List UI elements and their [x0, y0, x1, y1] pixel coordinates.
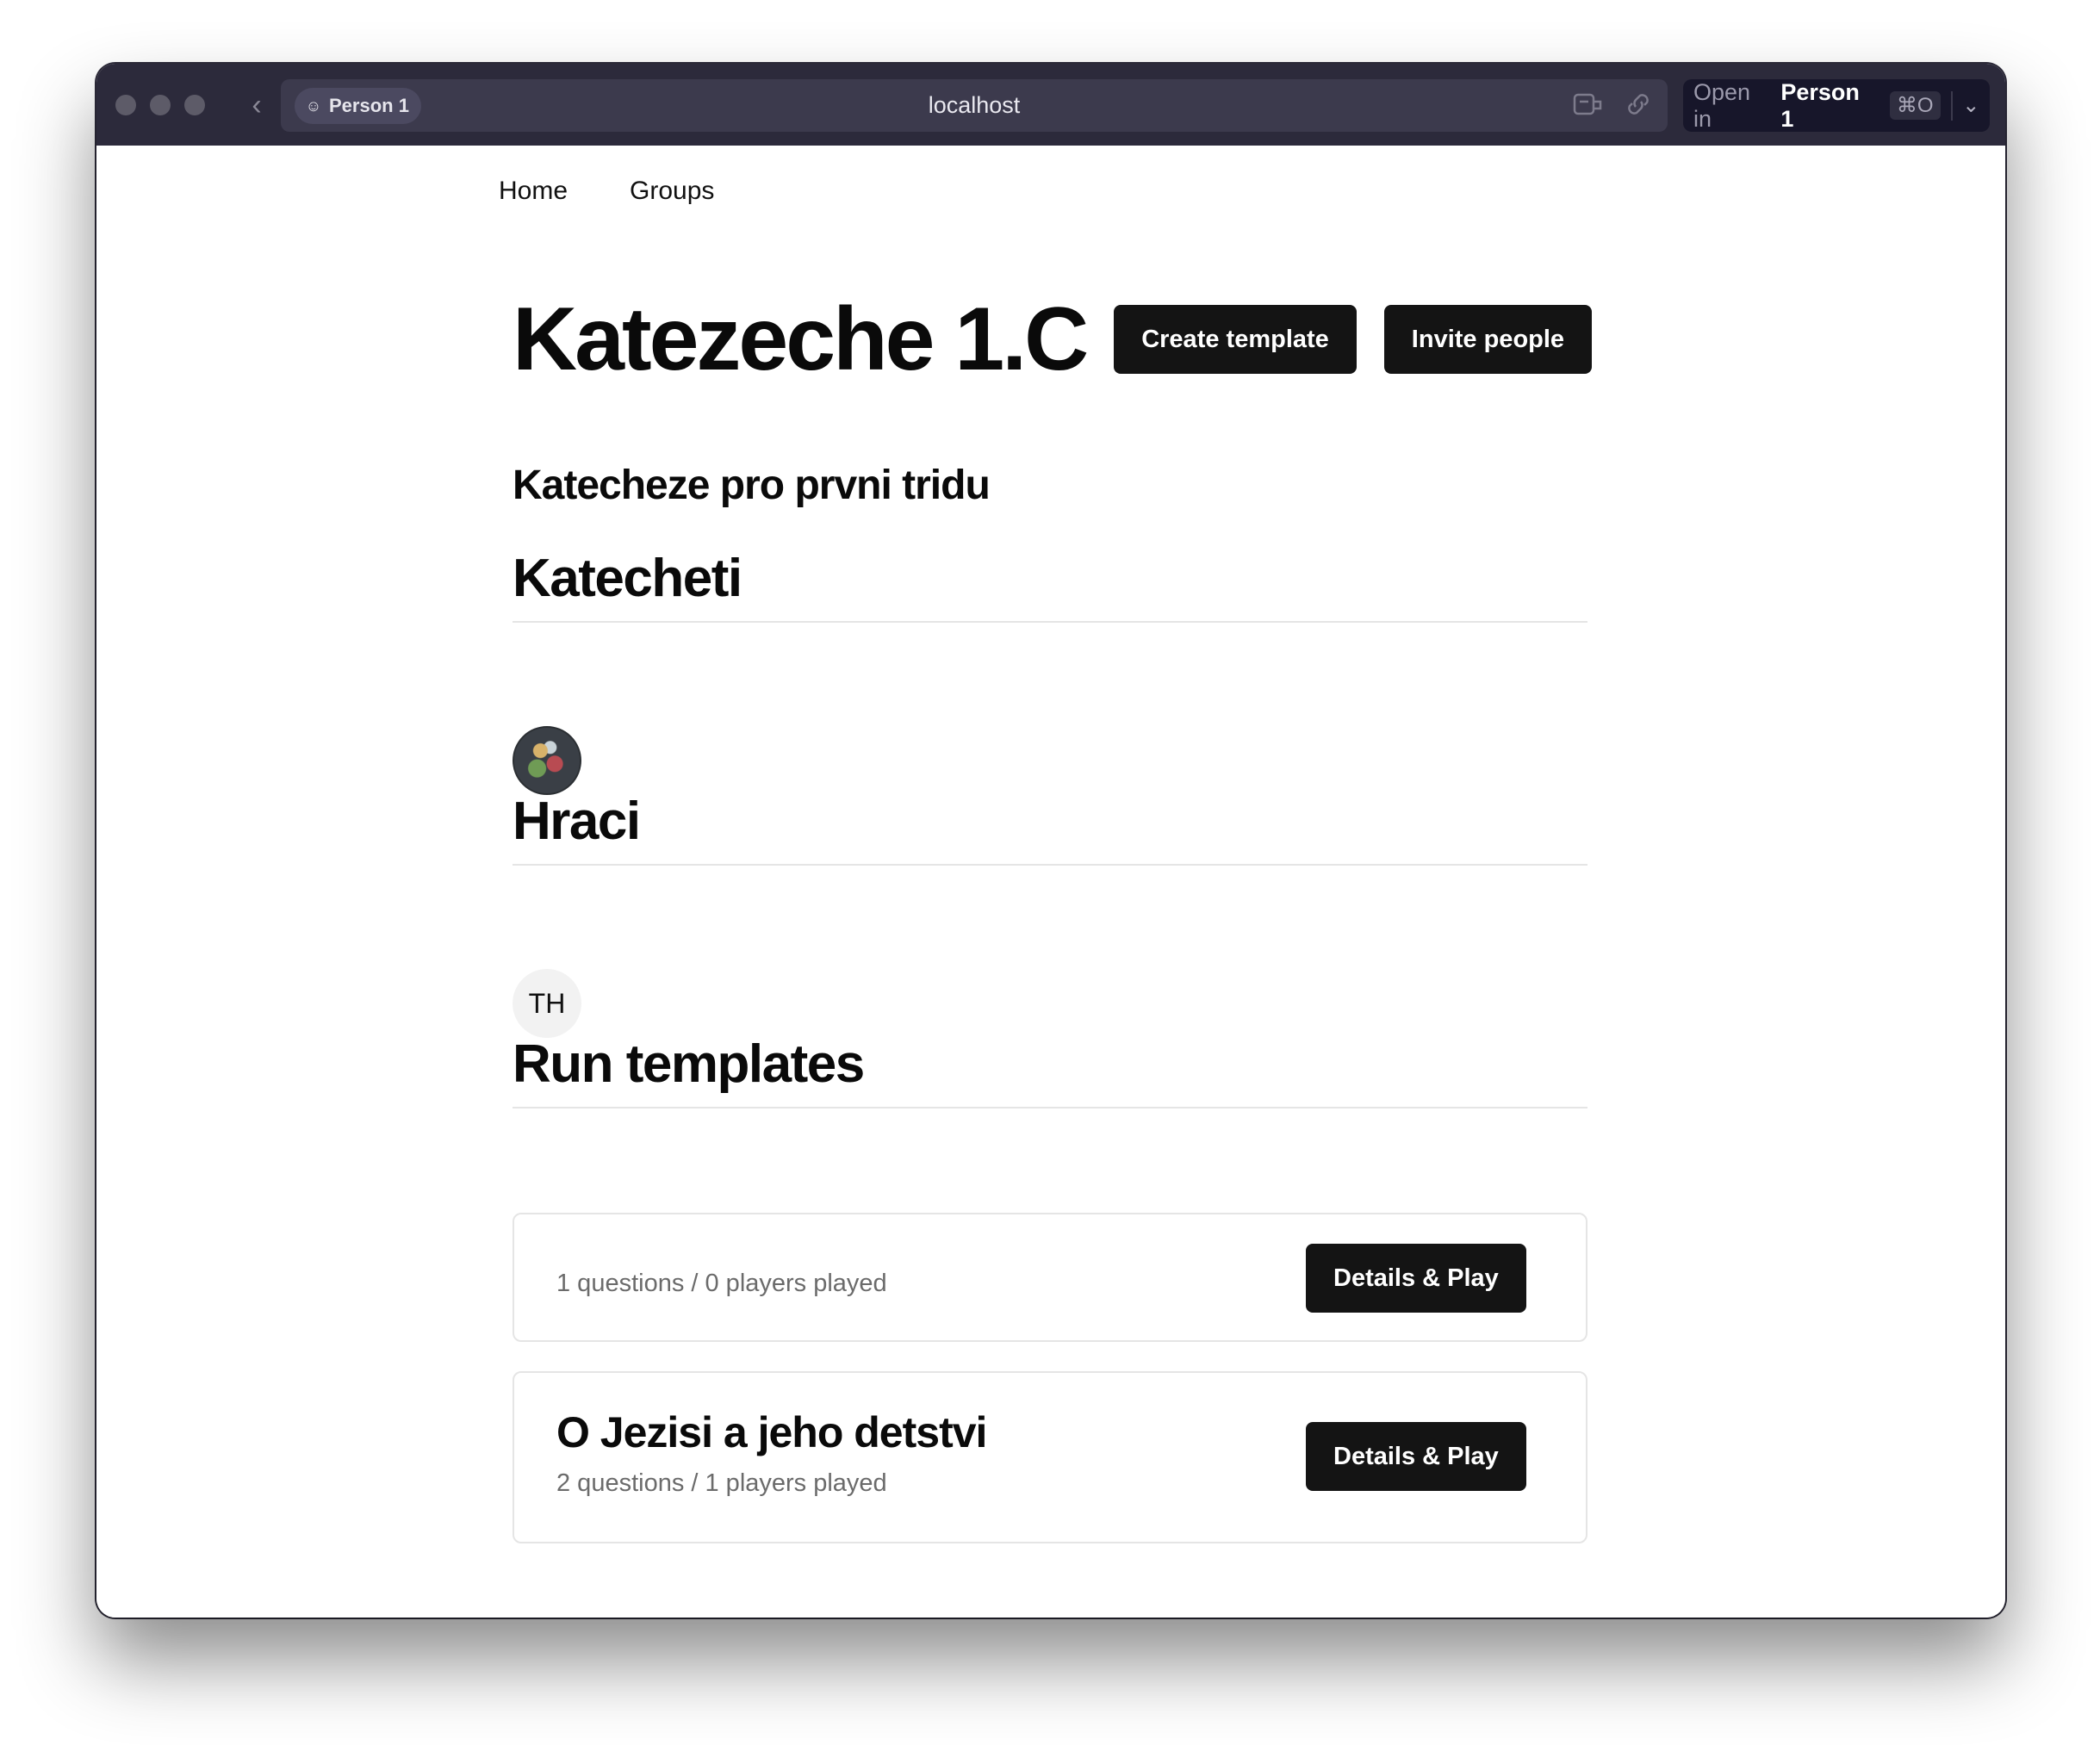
- create-template-button[interactable]: Create template: [1114, 305, 1357, 374]
- details-play-button[interactable]: Details & Play: [1306, 1422, 1526, 1491]
- template-card-meta: 2 questions / 1 players played: [556, 1469, 887, 1497]
- profile-chip-label: Person 1: [329, 95, 409, 116]
- page-title: Katezeche 1.C: [513, 289, 1089, 389]
- nav-home-link[interactable]: Home: [499, 177, 568, 206]
- url-text: localhost: [928, 92, 1021, 118]
- details-play-button[interactable]: Details & Play: [1306, 1244, 1526, 1313]
- template-card: O Jezisi a jeho detstvi 2 questions / 1 …: [513, 1371, 1587, 1543]
- section-heading-run-templates: Run templates: [513, 1034, 1587, 1108]
- profile-chip[interactable]: ☺ Person 1: [295, 88, 421, 124]
- catechist-avatar[interactable]: [513, 726, 581, 795]
- browser-titlebar: ‹ ☺ Person 1 localhost Open in Person 1 …: [96, 64, 2005, 146]
- open-in-prefix: Open in: [1693, 78, 1751, 132]
- close-window-button[interactable]: [115, 95, 136, 115]
- template-card-title: O Jezisi a jeho detstvi: [556, 1408, 987, 1456]
- app-mode-icon-svg: [1573, 93, 1602, 115]
- player-avatar[interactable]: TH: [513, 969, 581, 1038]
- open-in-profile-name: Person 1: [1780, 78, 1860, 132]
- page-content: Home Groups Katezeche 1.C Create templat…: [96, 146, 2005, 1618]
- template-card: 1 questions / 0 players played Details &…: [513, 1213, 1587, 1342]
- nav-groups-link[interactable]: Groups: [630, 177, 714, 206]
- app-mode-icon[interactable]: [1571, 91, 1606, 121]
- profile-face-icon: ☺: [305, 97, 322, 115]
- link-icon-svg: [1628, 94, 1649, 115]
- title-row: Katezeche 1.C Create template Invite peo…: [513, 288, 1593, 391]
- section-heading-players: Hraci: [513, 791, 1587, 866]
- back-icon[interactable]: ‹: [241, 90, 272, 121]
- maximize-window-button[interactable]: [184, 95, 205, 115]
- top-nav: Home Groups: [499, 177, 714, 206]
- open-in-profile-button[interactable]: Open in Person 1 ⌘O ⌄: [1683, 79, 1990, 132]
- open-in-shortcut: ⌘O: [1889, 91, 1941, 120]
- group-description: Katecheze pro prvni tridu: [513, 463, 991, 508]
- section-heading-catechists: Katecheti: [513, 548, 1587, 623]
- address-bar[interactable]: ☺ Person 1 localhost: [281, 79, 1668, 132]
- browser-window: ‹ ☺ Person 1 localhost Open in Person 1 …: [96, 64, 2005, 1618]
- copy-link-icon[interactable]: [1621, 91, 1656, 121]
- minimize-window-button[interactable]: [150, 95, 171, 115]
- invite-people-button[interactable]: Invite people: [1383, 305, 1593, 374]
- template-card-meta: 1 questions / 0 players played: [556, 1270, 887, 1297]
- chevron-down-icon[interactable]: ⌄: [1953, 93, 1990, 118]
